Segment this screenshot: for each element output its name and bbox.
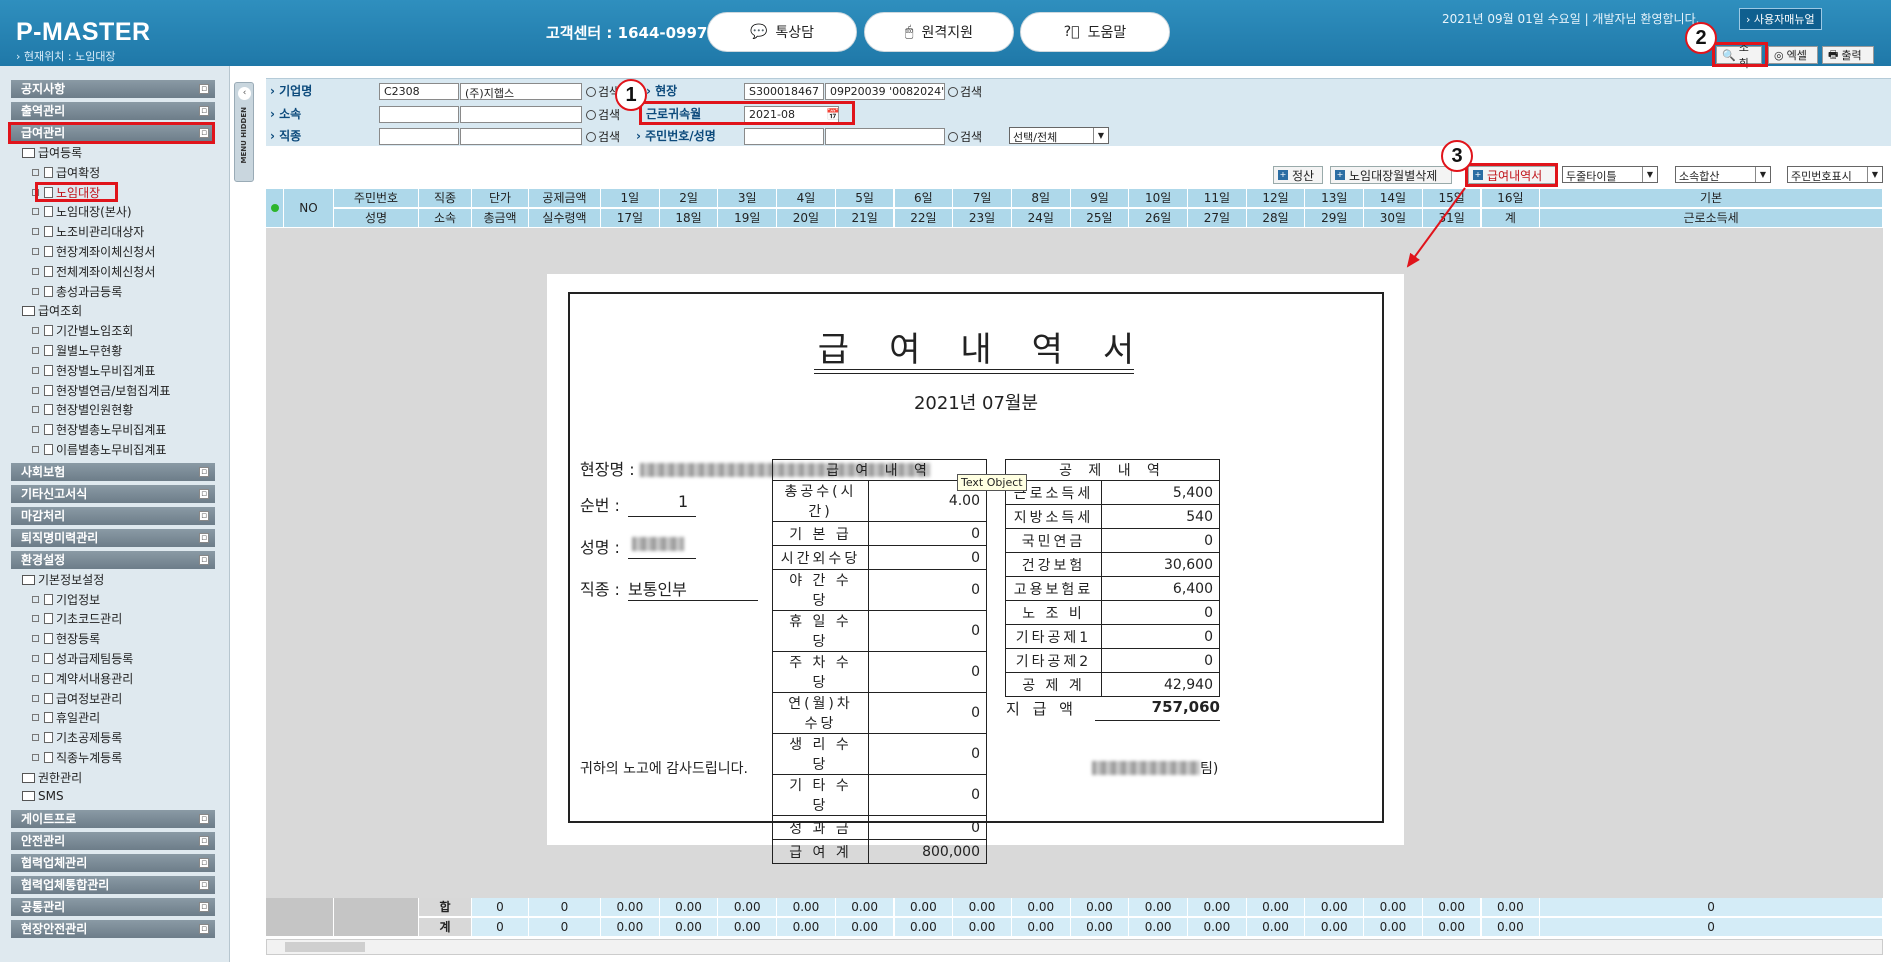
arrow-overlay <box>1406 187 1466 268</box>
arrow-to-payslip <box>1406 187 1466 268</box>
